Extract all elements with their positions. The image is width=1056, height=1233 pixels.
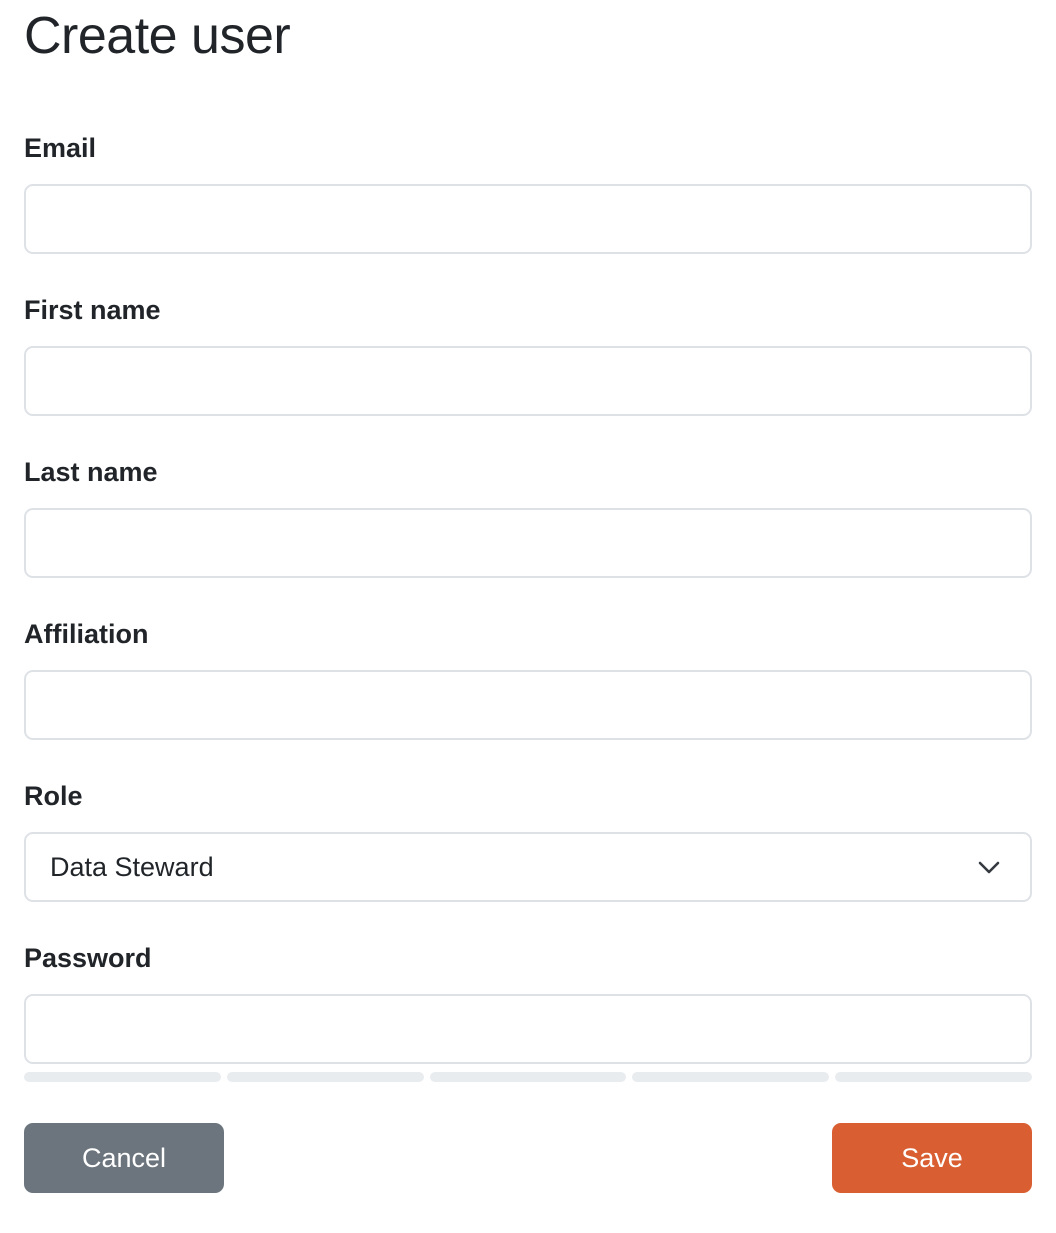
role-label: Role <box>24 781 83 811</box>
affiliation-label: Affiliation <box>24 619 149 649</box>
password-strength-meter <box>24 1072 1032 1082</box>
affiliation-field-group: Affiliation <box>24 614 1032 740</box>
save-button[interactable]: Save <box>832 1123 1032 1193</box>
last-name-input[interactable] <box>24 508 1032 578</box>
email-label: Email <box>24 133 97 163</box>
last-name-label: Last name <box>24 457 158 487</box>
password-label: Password <box>24 943 152 973</box>
email-field-group: Email <box>24 128 1032 254</box>
role-selected-value: Data Steward <box>50 851 214 882</box>
password-strength-segment <box>835 1072 1032 1082</box>
create-user-form: Email First name Last name Affiliation R… <box>24 128 1032 1082</box>
affiliation-input[interactable] <box>24 670 1032 740</box>
password-field-group: Password <box>24 938 1032 1082</box>
password-strength-segment <box>429 1072 627 1082</box>
page-title: Create user <box>24 7 291 65</box>
first-name-input[interactable] <box>24 346 1032 416</box>
chevron-down-icon <box>976 854 1002 880</box>
role-field-group: Role Data Steward <box>24 776 1032 902</box>
create-user-page: Create user Email First name Last name A… <box>24 0 1032 1193</box>
password-strength-segment <box>226 1072 424 1082</box>
first-name-field-group: First name <box>24 290 1032 416</box>
cancel-button[interactable]: Cancel <box>24 1123 224 1193</box>
first-name-label: First name <box>24 295 161 325</box>
password-input[interactable] <box>24 994 1032 1064</box>
email-input[interactable] <box>24 184 1032 254</box>
password-strength-segment <box>632 1072 830 1082</box>
password-strength-segment <box>24 1072 221 1082</box>
last-name-field-group: Last name <box>24 452 1032 578</box>
role-select[interactable]: Data Steward <box>24 832 1032 902</box>
form-actions: Cancel Save <box>24 1123 1032 1193</box>
